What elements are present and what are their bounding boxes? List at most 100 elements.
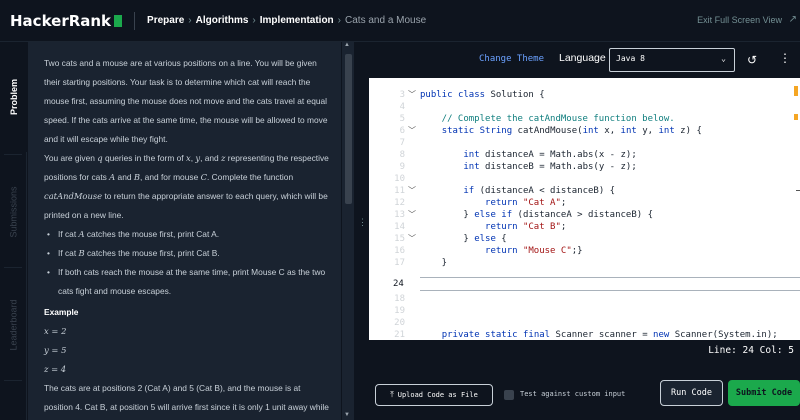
line-number: 6 bbox=[399, 126, 405, 136]
top-bar: HackerRank Prepare › Algorithms › Implem… bbox=[0, 0, 800, 42]
scroll-thumb[interactable] bbox=[345, 54, 352, 204]
language-select[interactable]: Java 8 ⌄ bbox=[609, 48, 735, 72]
code-line[interactable]: 7 bbox=[369, 137, 800, 149]
tab-divider bbox=[4, 267, 22, 268]
warning-marker bbox=[794, 114, 798, 120]
drag-handle-icon[interactable]: ⋮ bbox=[358, 217, 367, 228]
breadcrumb-current: Cats and a Mouse bbox=[345, 15, 427, 26]
line-number: 19 bbox=[394, 306, 405, 316]
tab-divider bbox=[4, 380, 22, 381]
code-line[interactable]: 10 bbox=[369, 173, 800, 185]
chevron-right-icon: › bbox=[252, 15, 256, 26]
chevron-right-icon: › bbox=[188, 15, 192, 26]
code-line[interactable]: 14 return "Cat B"; bbox=[369, 221, 800, 233]
line-number: 11 bbox=[394, 186, 405, 196]
example-line: z = 4 bbox=[44, 364, 67, 374]
upload-code-button[interactable]: ⤒ Upload Code as File bbox=[375, 384, 493, 406]
code-line[interactable]: 16 return "Mouse C";} bbox=[369, 245, 800, 257]
breadcrumb-implementation[interactable]: Implementation bbox=[260, 15, 334, 26]
action-bar: ⤒ Upload Code as File Test against custo… bbox=[369, 362, 800, 420]
run-code-button[interactable]: Run Code bbox=[660, 380, 723, 406]
example-explanation: The cats are at positions 2 (Cat A) and … bbox=[44, 383, 329, 412]
scroll-up-icon[interactable]: ▲ bbox=[344, 42, 350, 48]
problem-intro: Two cats and a mouse are at various posi… bbox=[44, 58, 328, 144]
more-vertical-icon[interactable]: ⋮ bbox=[779, 51, 791, 65]
line-number: 4 bbox=[399, 102, 405, 112]
logo-text: HackerRank bbox=[10, 11, 112, 30]
list-item: If cat B catches the mouse first, print … bbox=[44, 244, 331, 263]
upload-label: Upload Code as File bbox=[397, 391, 478, 399]
fold-icon[interactable]: ﹀ bbox=[408, 209, 416, 221]
chevron-down-icon: ⌄ bbox=[721, 54, 726, 63]
tab-submissions[interactable]: Submissions bbox=[0, 157, 27, 267]
line-number: 14 bbox=[394, 222, 405, 232]
line-number: 10 bbox=[394, 174, 405, 184]
code-line[interactable]: 15 ﹀ } else { bbox=[369, 233, 800, 245]
collapse-icon[interactable]: ↗ bbox=[789, 14, 797, 25]
breadcrumb-algorithms[interactable]: Algorithms bbox=[196, 15, 249, 26]
language-label: Language bbox=[559, 52, 606, 64]
code-line[interactable]: 3 ﹀ public class Solution { bbox=[369, 89, 800, 101]
code-line[interactable]: 12 return "Cat A"; bbox=[369, 197, 800, 209]
code-line[interactable]: 20 bbox=[369, 317, 800, 329]
pane-resizer[interactable]: ⋮ bbox=[355, 42, 369, 420]
code-line[interactable]: 18 bbox=[369, 293, 800, 305]
hackerrank-logo[interactable]: HackerRank bbox=[0, 11, 123, 30]
line-number: 20 bbox=[394, 318, 405, 328]
scroll-marker bbox=[796, 190, 800, 191]
fold-icon[interactable]: ﹀ bbox=[408, 89, 416, 101]
example-heading: Example bbox=[44, 307, 79, 317]
line-number: 12 bbox=[394, 198, 405, 208]
code-line[interactable]: 6 ﹀ static String catAndMouse(int x, int … bbox=[369, 125, 800, 137]
line-number: 9 bbox=[399, 162, 405, 172]
exit-fullscreen-link[interactable]: Exit Full Screen View bbox=[697, 15, 782, 25]
submit-code-label: Submit Code bbox=[735, 388, 793, 398]
cursor-position: Line: 24 Col: 5 bbox=[708, 345, 794, 356]
logo-mark-icon bbox=[114, 14, 123, 27]
run-code-label: Run Code bbox=[671, 388, 712, 398]
code-text: public class Solution { bbox=[420, 90, 545, 100]
code-text: if (distanceA < distanceB) { bbox=[463, 186, 616, 196]
editor-toolbar: Change Theme Language Java 8 ⌄ ↺ ⋮ bbox=[369, 42, 800, 78]
code-text: return "Cat A"; bbox=[485, 198, 567, 208]
problem-scrollbar[interactable]: ▲ ▼ bbox=[341, 42, 354, 420]
code-line[interactable]: 9 int distanceB = Math.abs(y - z); bbox=[369, 161, 800, 173]
code-text: return "Mouse C";} bbox=[485, 246, 583, 256]
breadcrumb-prepare[interactable]: Prepare bbox=[147, 15, 184, 26]
line-number: 3 bbox=[399, 90, 405, 100]
line-number: 16 bbox=[394, 246, 405, 256]
tab-problem[interactable]: Problem bbox=[0, 42, 27, 152]
tab-leaderboard[interactable]: Leaderboard bbox=[0, 270, 27, 380]
code-line[interactable]: 8 int distanceA = Math.abs(x - z); bbox=[369, 149, 800, 161]
scroll-down-icon[interactable]: ▼ bbox=[344, 412, 350, 418]
code-line[interactable]: 17 } bbox=[369, 257, 800, 269]
fold-icon[interactable]: ﹀ bbox=[408, 233, 416, 245]
code-line[interactable]: 21 private static final Scanner scanner … bbox=[369, 329, 800, 340]
line-number: 15 bbox=[394, 234, 405, 244]
code-line[interactable]: 19 bbox=[369, 305, 800, 317]
side-tabs: Problem Submissions Leaderboard bbox=[0, 42, 27, 420]
code-text: return "Cat B"; bbox=[485, 222, 567, 232]
fold-icon[interactable]: ﹀ bbox=[408, 185, 416, 197]
current-line-number: 24 bbox=[393, 279, 404, 289]
submit-code-button[interactable]: Submit Code bbox=[728, 380, 800, 406]
list-item: If cat A catches the mouse first, print … bbox=[44, 225, 331, 244]
history-icon[interactable]: ↺ bbox=[747, 53, 757, 67]
header-divider bbox=[134, 11, 136, 30]
code-text: private static final Scanner scanner = n… bbox=[441, 330, 778, 340]
custom-input-label[interactable]: Test against custom input bbox=[520, 390, 625, 398]
code-line[interactable]: 5 // Complete the catAndMouse function b… bbox=[369, 113, 800, 125]
code-editor[interactable]: 3 ﹀ public class Solution {4 5 // Complete … bbox=[369, 78, 800, 340]
code-text: } else { bbox=[420, 234, 507, 244]
custom-input-checkbox[interactable] bbox=[504, 390, 514, 400]
change-theme-link[interactable]: Change Theme bbox=[479, 54, 544, 64]
code-line[interactable]: 11 ﹀ if (distanceA < distanceB) { bbox=[369, 185, 800, 197]
problem-queries: You are given q queries in the form of x… bbox=[44, 153, 329, 220]
line-number: 18 bbox=[394, 294, 405, 304]
code-line[interactable]: 4 bbox=[369, 101, 800, 113]
fold-icon[interactable]: ﹀ bbox=[408, 125, 416, 137]
editor-status-bar: Line: 24 Col: 5 bbox=[369, 340, 800, 362]
code-text: } bbox=[420, 258, 448, 268]
code-line[interactable]: 13 ﹀ } else if (distanceA > distanceB) { bbox=[369, 209, 800, 221]
line-number: 13 bbox=[394, 210, 405, 220]
